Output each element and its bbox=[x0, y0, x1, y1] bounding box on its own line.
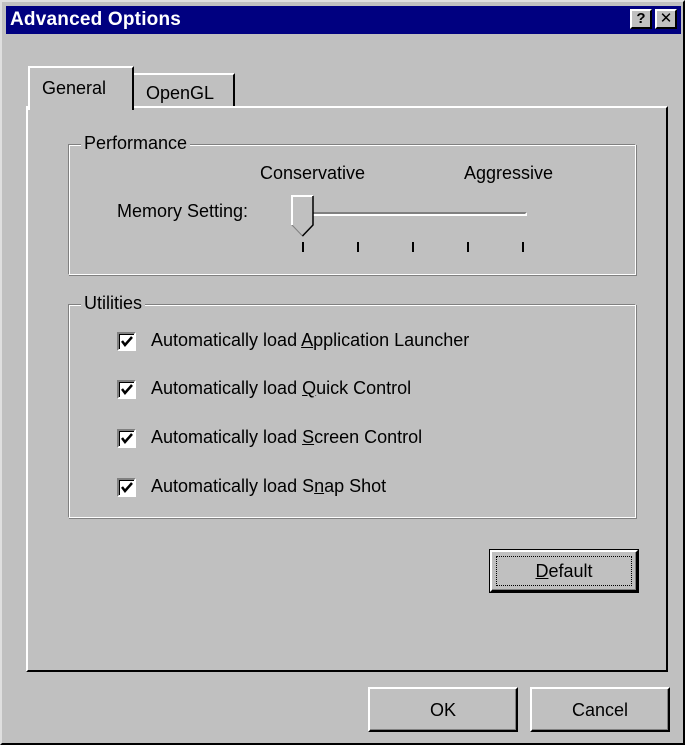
slider-tick bbox=[522, 242, 524, 252]
performance-group: Performance Conservative Aggressive Memo… bbox=[68, 133, 636, 275]
checkbox-label: Automatically load Snap Shot bbox=[151, 476, 387, 496]
performance-group-label: Performance bbox=[81, 133, 191, 154]
window-title: Advanced Options bbox=[10, 9, 182, 30]
checkmark-icon bbox=[121, 384, 133, 395]
checkmark-icon bbox=[121, 433, 133, 444]
ok-button-label: OK bbox=[429, 700, 456, 720]
memory-setting-label: Memory Setting: bbox=[117, 201, 249, 221]
general-tab-panel: Performance Conservative Aggressive Memo… bbox=[26, 106, 668, 672]
help-button[interactable]: ? bbox=[630, 9, 652, 29]
cancel-button[interactable]: Cancel bbox=[530, 687, 670, 732]
slider-max-label: Aggressive bbox=[464, 163, 554, 183]
checkbox[interactable] bbox=[117, 429, 136, 448]
ok-button[interactable]: OK bbox=[368, 687, 518, 732]
tab-general[interactable]: General bbox=[28, 66, 134, 110]
default-button-label: Default bbox=[535, 561, 593, 581]
slider-tick bbox=[357, 242, 359, 252]
slider-tick bbox=[467, 242, 469, 252]
close-button[interactable]: ✕ bbox=[655, 9, 677, 29]
slider-tick bbox=[412, 242, 414, 252]
checkbox-label: Automatically load Screen Control bbox=[151, 427, 423, 447]
utilities-group-label: Utilities bbox=[81, 293, 146, 314]
memory-slider-thumb[interactable] bbox=[291, 195, 315, 237]
checkbox[interactable] bbox=[117, 380, 136, 399]
utilities-group: Utilities Automatically load Application… bbox=[68, 293, 636, 518]
checkmark-icon bbox=[121, 482, 133, 493]
tab-opengl[interactable]: OpenGL bbox=[132, 73, 235, 109]
close-icon: ✕ bbox=[659, 10, 673, 27]
checkbox-label: Automatically load Application Launcher bbox=[151, 330, 470, 350]
checkbox[interactable] bbox=[117, 478, 136, 497]
advanced-options-dialog: Advanced Options ? ✕ General OpenGL Perf… bbox=[0, 0, 685, 745]
slider-min-label: Conservative bbox=[260, 163, 366, 183]
checkbox-label: Automatically load Quick Control bbox=[151, 378, 412, 398]
memory-slider-track[interactable] bbox=[301, 212, 527, 216]
cancel-button-label: Cancel bbox=[571, 700, 629, 720]
tab-general-label: General bbox=[42, 78, 107, 98]
checkbox[interactable] bbox=[117, 332, 136, 351]
default-button[interactable]: Default bbox=[489, 549, 639, 593]
slider-tick bbox=[302, 242, 304, 252]
title-bar[interactable]: Advanced Options ? ✕ bbox=[6, 6, 681, 34]
checkmark-icon bbox=[121, 336, 133, 347]
tab-opengl-label: OpenGL bbox=[146, 83, 215, 103]
